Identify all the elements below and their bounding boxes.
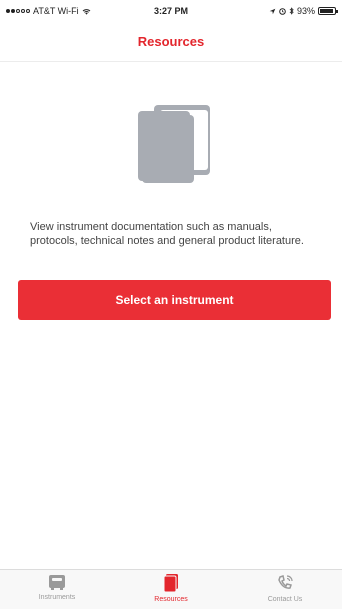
nav-bar: Resources: [0, 22, 342, 62]
resources-screen: AT&T Wi-Fi 3:27 PM 93% Resources View in…: [0, 0, 342, 609]
documents-icon: [138, 105, 210, 183]
signal-icon: [6, 9, 30, 13]
tab-label-contact: Contact Us: [267, 596, 303, 603]
status-right: 93%: [269, 6, 338, 16]
phone-icon: [278, 575, 293, 589]
battery-fill: [320, 9, 334, 13]
location-arrow-icon: [269, 8, 276, 14]
tab-label-instruments: Instruments: [38, 594, 76, 601]
description-text: View instrument documentation such as ma…: [30, 221, 304, 247]
tab-label-resources: Resources: [154, 596, 188, 603]
tab-instruments[interactable]: Instruments: [0, 570, 114, 609]
book-icon: [163, 574, 178, 592]
page-title: Resources: [137, 34, 205, 49]
alarm-icon: [279, 7, 286, 15]
carrier-label: AT&T Wi-Fi: [33, 6, 79, 16]
tab-resources[interactable]: Resources: [114, 570, 228, 609]
battery-percent: 93%: [296, 6, 315, 16]
tab-contact[interactable]: Contact Us: [228, 570, 342, 609]
status-left: AT&T Wi-Fi: [6, 6, 91, 16]
instrument-icon: [49, 575, 65, 590]
status-bar: AT&T Wi-Fi 3:27 PM 93%: [0, 0, 342, 22]
tab-bar: Instruments Resources Contact Us: [0, 569, 342, 609]
bluetooth-icon: [289, 7, 294, 15]
battery-icon: [318, 7, 338, 15]
select-instrument-button[interactable]: Select an instrument: [18, 280, 331, 320]
wifi-icon: [82, 8, 91, 15]
